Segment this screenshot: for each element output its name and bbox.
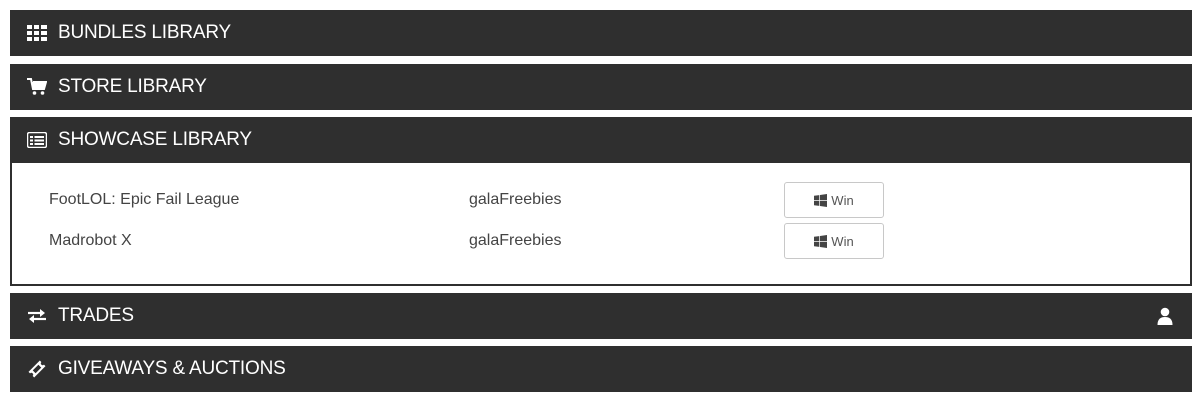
platform-label: Win [831,233,854,249]
platform-win-button[interactable]: Win [784,182,884,218]
giveaways-auctions-header[interactable]: GIVEAWAYS & AUCTIONS [10,346,1192,392]
game-source: galaFreebies [469,191,562,208]
showcase-library-label: SHOWCASE LIBRARY [58,129,252,150]
platform-label: Win [831,192,854,208]
bundles-library-label: BUNDLES LIBRARY [58,22,231,43]
list-item: Madrobot X galaFreebies Win [12,223,1190,261]
store-library-label: STORE LIBRARY [58,76,207,97]
windows-icon [814,234,828,248]
user-icon[interactable] [1154,305,1176,327]
grid-icon [26,22,48,44]
trades-header[interactable]: TRADES [10,293,1192,339]
showcase-library-header[interactable]: SHOWCASE LIBRARY [10,117,1192,163]
game-source: galaFreebies [469,232,562,249]
store-library-header[interactable]: STORE LIBRARY [10,64,1192,110]
game-title[interactable]: Madrobot X [49,232,132,250]
giveaways-auctions-label: GIVEAWAYS & AUCTIONS [58,358,286,379]
windows-icon [814,193,828,207]
list-item: FootLOL: Epic Fail League galaFreebies W… [12,182,1190,220]
bundles-library-header[interactable]: BUNDLES LIBRARY [10,10,1192,56]
library-page: BUNDLES LIBRARY STORE LIBRARY SHOWCASE L… [0,0,1200,407]
platform-win-button[interactable]: Win [784,223,884,259]
exchange-icon [26,305,48,327]
list-icon [26,129,48,151]
trades-label: TRADES [58,305,134,326]
game-title[interactable]: FootLOL: Epic Fail League [49,191,239,209]
cart-icon [26,76,48,98]
ticket-icon [26,358,48,380]
showcase-library-body: FootLOL: Epic Fail League galaFreebies W… [10,163,1192,286]
